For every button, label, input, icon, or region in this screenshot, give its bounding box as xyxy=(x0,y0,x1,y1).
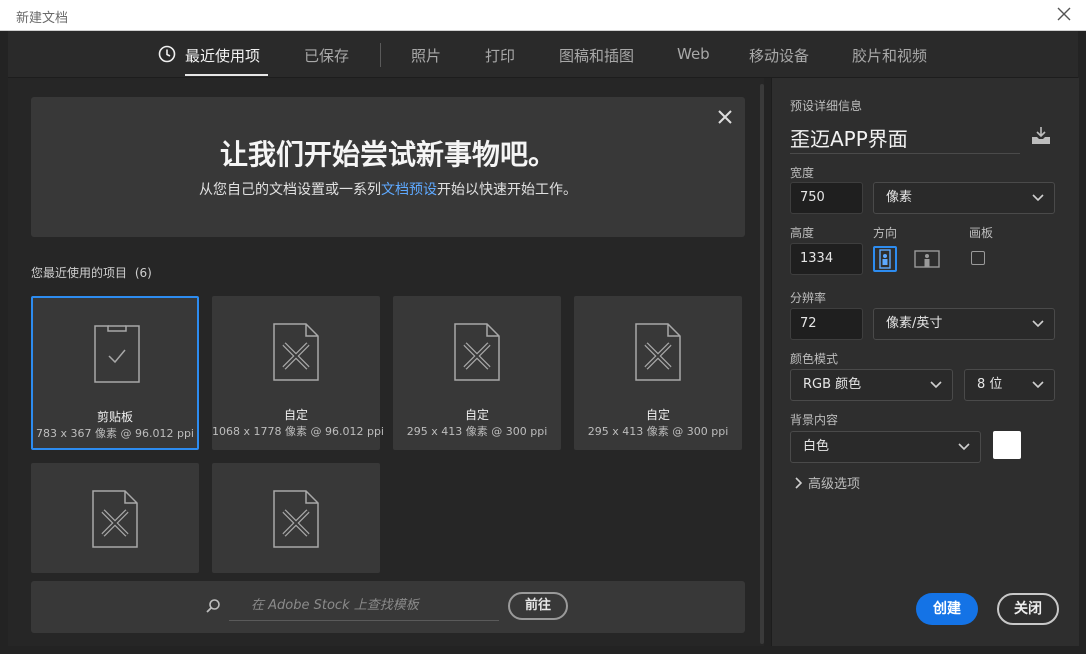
recent-item-meta: 783 x 367 像素 @ 96.012 ppi xyxy=(36,427,194,440)
portrait-icon xyxy=(879,249,891,269)
width-unit-value: 像素 xyxy=(886,190,913,205)
stock-search-bar: 在 Adobe Stock 上查找模板 前往 xyxy=(31,581,745,633)
save-preset-icon[interactable] xyxy=(1030,126,1052,146)
document-ruler-pencil-icon xyxy=(273,490,319,548)
document-ruler-pencil-icon xyxy=(92,490,138,548)
window-title: 新建文档 xyxy=(16,11,69,26)
color-mode-select[interactable]: RGB 颜色 xyxy=(790,369,953,401)
width-unit-select[interactable]: 像素 xyxy=(873,182,1055,214)
tab-saved[interactable]: 已保存 xyxy=(304,45,349,66)
background-color-swatch[interactable] xyxy=(993,431,1021,459)
recent-item-card[interactable] xyxy=(31,463,199,573)
recent-item-meta: 295 x 413 像素 @ 300 ppi xyxy=(406,425,548,438)
banner-subtext: 从您自己的文档设置或一系列文档预设开始以快速开始工作。 xyxy=(31,179,745,199)
portrait-orientation-button[interactable] xyxy=(873,246,897,272)
scrollbar[interactable] xyxy=(760,84,764,644)
stock-search-input[interactable]: 在 Adobe Stock 上查找模板 xyxy=(206,595,499,621)
chevron-down-icon xyxy=(1032,320,1044,328)
recent-item-meta: 1068 x 1778 像素 @ 96.012 ppi xyxy=(212,425,384,438)
document-presets-link[interactable]: 文档预设 xyxy=(381,182,437,198)
background-label: 背景内容 xyxy=(790,413,839,427)
tab-mobile[interactable]: 移动设备 xyxy=(749,45,809,66)
active-tab-indicator xyxy=(185,74,268,76)
banner-sub-before: 从您自己的文档设置或一系列 xyxy=(199,182,381,198)
preset-tabs: 最近使用项 已保存 照片 打印 图稿和插图 Web 移动设备 胶片和视频 xyxy=(8,31,1078,78)
chevron-down-icon xyxy=(1032,194,1044,202)
banner-sub-after: 开始以快速开始工作。 xyxy=(437,182,577,198)
recent-item-card[interactable]: 自定 295 x 413 像素 @ 300 ppi xyxy=(574,296,742,450)
clock-icon xyxy=(158,45,176,63)
width-label: 宽度 xyxy=(790,166,815,180)
resolution-input[interactable]: 72 xyxy=(790,308,863,340)
recent-items-count: (6) xyxy=(134,266,152,280)
background-select[interactable]: 白色 xyxy=(790,431,981,463)
chevron-down-icon xyxy=(958,443,970,451)
artboard-label: 画板 xyxy=(969,226,994,240)
close-icon[interactable] xyxy=(1056,6,1072,22)
clipboard-check-icon xyxy=(94,325,140,383)
recent-item-name: 自定 xyxy=(464,408,489,422)
chevron-down-icon xyxy=(1032,381,1044,389)
orientation-label: 方向 xyxy=(873,226,898,240)
tab-film-video[interactable]: 胶片和视频 xyxy=(852,45,927,66)
resolution-unit-select[interactable]: 像素/英寸 xyxy=(873,308,1055,340)
recent-item-name: 自定 xyxy=(283,408,308,422)
color-mode-value: RGB 颜色 xyxy=(803,377,862,392)
resolution-label: 分辨率 xyxy=(790,291,827,305)
title-bar: 新建文档 xyxy=(0,0,1086,31)
height-input[interactable]: 1334 xyxy=(790,243,863,275)
background-value: 白色 xyxy=(803,439,830,454)
document-ruler-pencil-icon xyxy=(635,323,681,381)
recent-items-heading: 您最近使用的项目 (6) xyxy=(31,264,152,281)
recent-item-meta: 295 x 413 像素 @ 300 ppi xyxy=(587,425,729,438)
tab-divider xyxy=(380,43,381,67)
tab-web[interactable]: Web xyxy=(677,45,710,63)
recent-item-name: 自定 xyxy=(645,408,670,422)
tab-print[interactable]: 打印 xyxy=(485,45,515,66)
stock-search-placeholder: 在 Adobe Stock 上查找模板 xyxy=(251,598,419,613)
landscape-orientation-button[interactable] xyxy=(914,246,940,272)
search-icon xyxy=(206,599,220,613)
recent-items-label: 您最近使用的项目 xyxy=(31,266,128,280)
tab-recent[interactable]: 最近使用项 xyxy=(185,45,260,66)
landscape-icon xyxy=(914,250,940,268)
go-button[interactable]: 前往 xyxy=(508,592,568,620)
tab-photo[interactable]: 照片 xyxy=(411,45,441,66)
close-button[interactable]: 关闭 xyxy=(997,593,1059,625)
document-ruler-pencil-icon xyxy=(273,323,319,381)
resolution-unit-value: 像素/英寸 xyxy=(886,316,943,331)
artboard-checkbox[interactable] xyxy=(971,251,985,265)
bit-depth-value: 8 位 xyxy=(977,377,1003,392)
create-button[interactable]: 创建 xyxy=(916,593,978,625)
preset-name-input[interactable]: 歪迈APP界面 xyxy=(790,123,1020,154)
recent-item-card[interactable]: 自定 295 x 413 像素 @ 300 ppi xyxy=(393,296,561,450)
recent-item-card[interactable]: 剪贴板 783 x 367 像素 @ 96.012 ppi xyxy=(31,296,199,450)
document-ruler-pencil-icon xyxy=(454,323,500,381)
chevron-right-icon xyxy=(795,477,802,489)
banner-close-icon[interactable] xyxy=(717,109,733,125)
banner-headline: 让我们开始尝试新事物吧。 xyxy=(219,138,556,171)
recent-item-card[interactable]: 自定 1068 x 1778 像素 @ 96.012 ppi xyxy=(212,296,384,450)
recent-item-name: 剪贴板 xyxy=(96,410,133,424)
bit-depth-select[interactable]: 8 位 xyxy=(964,369,1055,401)
height-label: 高度 xyxy=(790,226,815,240)
welcome-banner: 让我们开始尝试新事物吧。 从您自己的文档设置或一系列文档预设开始以快速开始工作。 xyxy=(31,97,745,237)
color-mode-label: 颜色模式 xyxy=(790,352,839,366)
new-document-dialog: 新建文档 最近使用项 已保存 照片 打印 图稿和插图 Web 移动设备 胶片和视… xyxy=(0,0,1086,654)
recent-panel: 让我们开始尝试新事物吧。 从您自己的文档设置或一系列文档预设开始以快速开始工作。… xyxy=(8,78,764,646)
width-input[interactable]: 750 xyxy=(790,182,863,214)
preset-details-panel: 预设详细信息 歪迈APP界面 宽度 750 像素 高度 1334 方向 画板 分… xyxy=(771,78,1079,646)
recent-item-card[interactable] xyxy=(212,463,380,573)
chevron-down-icon xyxy=(930,381,942,389)
advanced-options-toggle[interactable]: 高级选项 xyxy=(794,473,860,492)
tab-art-illustration[interactable]: 图稿和插图 xyxy=(559,45,634,66)
preset-details-title: 预设详细信息 xyxy=(790,99,863,113)
advanced-options-label: 高级选项 xyxy=(808,477,861,492)
